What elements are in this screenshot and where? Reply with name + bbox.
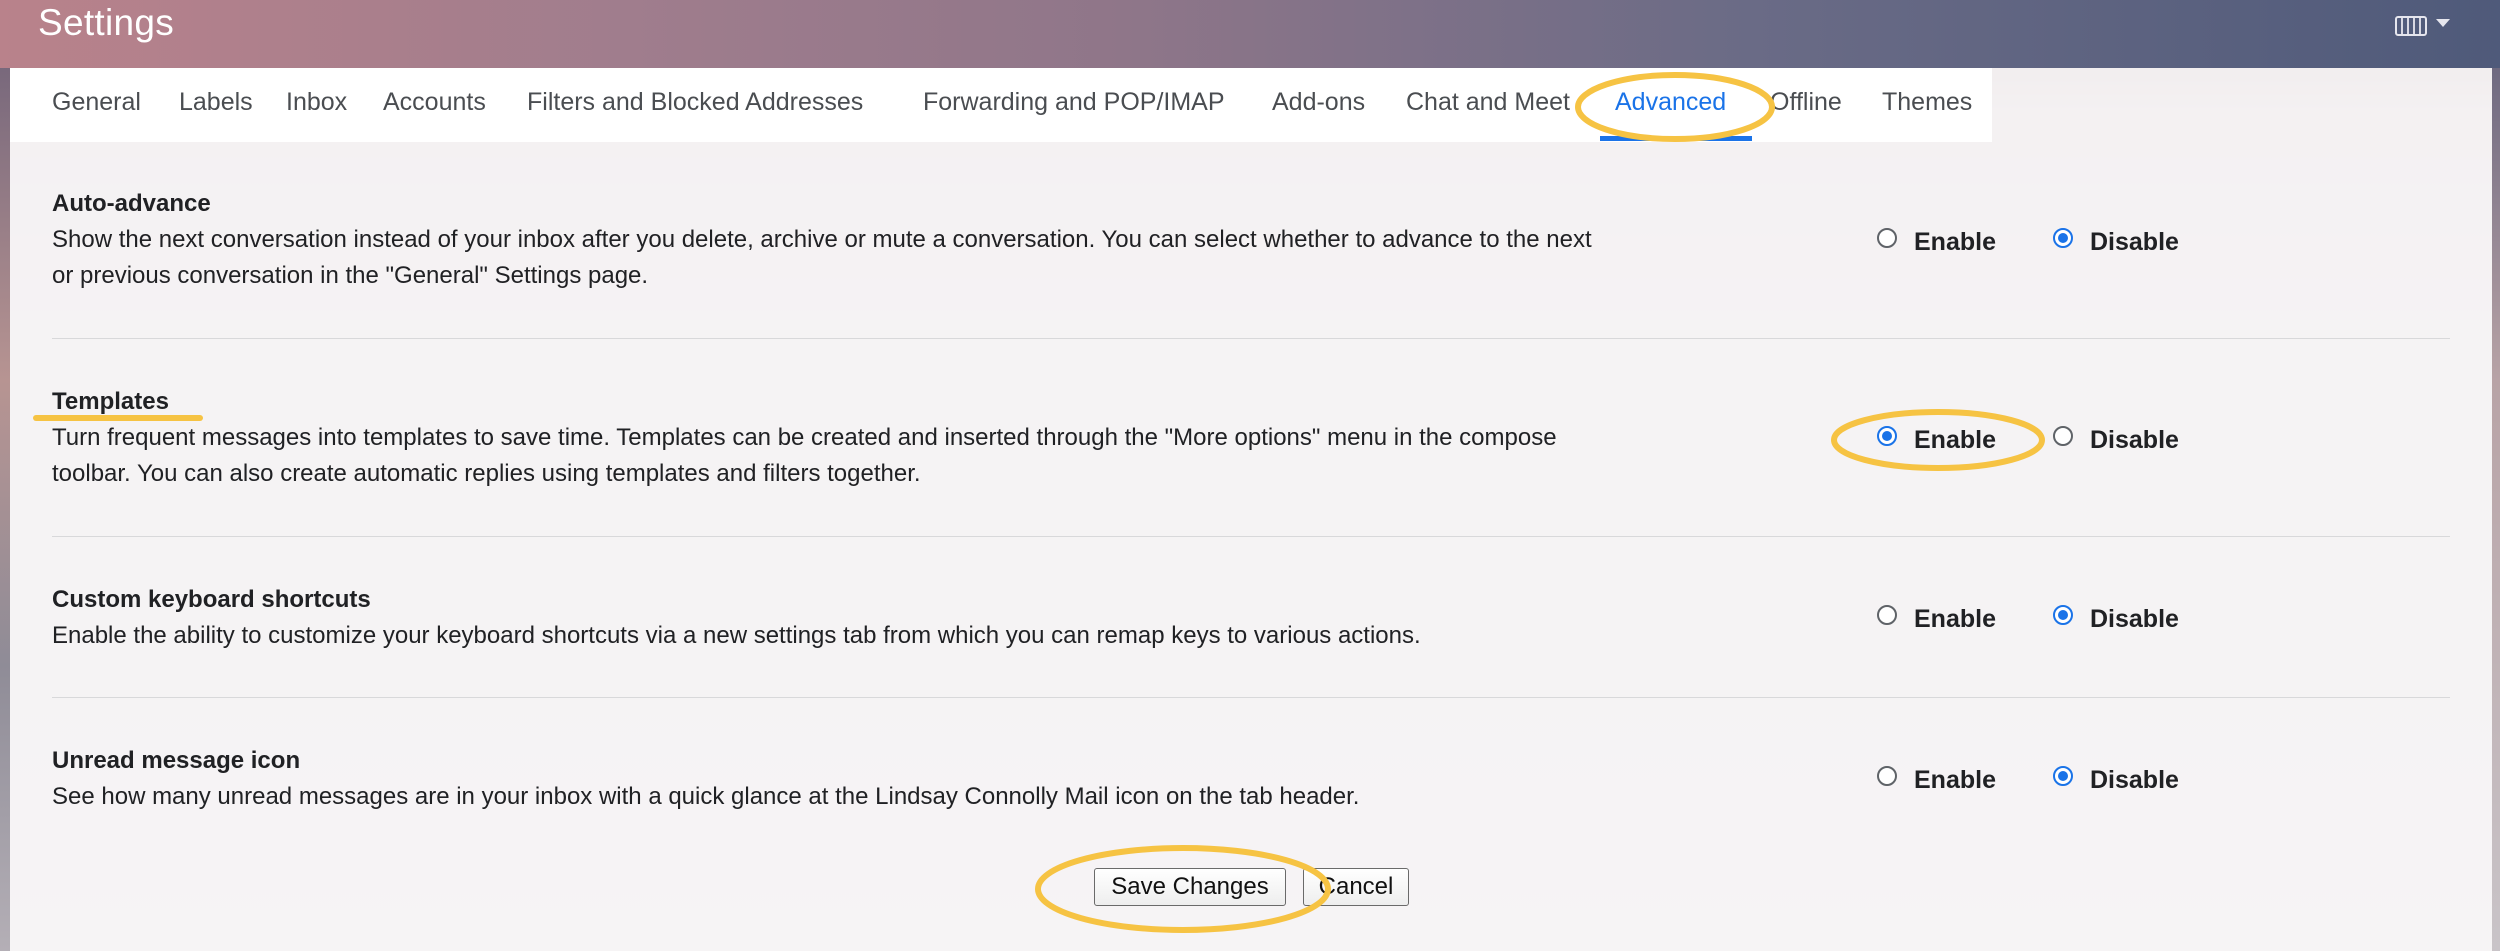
tab-labels[interactable]: Labels (179, 88, 253, 117)
unread-icon-desc: See how many unread messages are in your… (52, 783, 1360, 810)
templates-enable-radio[interactable] (1877, 426, 1897, 446)
tab-advanced[interactable]: Advanced (1615, 88, 1726, 117)
active-tab-indicator (1600, 136, 1752, 141)
save-changes-button[interactable]: Save Changes (1094, 868, 1286, 906)
keyboard-icon[interactable] (2395, 16, 2427, 36)
keyboard-shortcuts-disable-label[interactable]: Disable (2090, 605, 2179, 634)
cancel-button[interactable]: Cancel (1303, 868, 1409, 906)
section-divider (52, 536, 2450, 537)
auto-advance-disable-radio[interactable] (2053, 228, 2073, 248)
tab-themes[interactable]: Themes (1882, 88, 1972, 117)
keyboard-shortcuts-enable-label[interactable]: Enable (1914, 605, 1996, 634)
section-divider (52, 697, 2450, 698)
unread-icon-enable-radio[interactable] (1877, 766, 1897, 786)
tab-addons[interactable]: Add-ons (1272, 88, 1365, 117)
unread-icon-disable-radio[interactable] (2053, 766, 2073, 786)
templates-disable-label[interactable]: Disable (2090, 426, 2179, 455)
templates-disable-radio[interactable] (2053, 426, 2073, 446)
page-title: Settings (38, 2, 175, 43)
keyboard-shortcuts-title: Custom keyboard shortcuts (52, 586, 371, 613)
unread-icon-disable-label[interactable]: Disable (2090, 766, 2179, 795)
auto-advance-disable-label[interactable]: Disable (2090, 228, 2179, 257)
section-divider (52, 338, 2450, 339)
keyboard-shortcuts-disable-radio[interactable] (2053, 605, 2073, 625)
tab-filters[interactable]: Filters and Blocked Addresses (527, 88, 863, 117)
tab-general[interactable]: General (52, 88, 141, 117)
settings-header: Settings (0, 0, 2500, 68)
templates-title: Templates (52, 388, 169, 415)
background-left-edge (0, 0, 10, 951)
tab-offline[interactable]: Offline (1770, 88, 1842, 117)
auto-advance-enable-radio[interactable] (1877, 228, 1897, 248)
settings-panel (10, 68, 2492, 951)
templates-enable-label[interactable]: Enable (1914, 426, 1996, 455)
keyboard-shortcuts-enable-radio[interactable] (1877, 605, 1897, 625)
chevron-down-icon[interactable] (2436, 19, 2450, 27)
auto-advance-enable-label[interactable]: Enable (1914, 228, 1996, 257)
unread-icon-title: Unread message icon (52, 747, 301, 774)
templates-desc-line1: Turn frequent messages into templates to… (52, 424, 1557, 451)
tab-chat-and-meet[interactable]: Chat and Meet (1406, 88, 1577, 117)
tab-accounts[interactable]: Accounts (383, 88, 486, 117)
templates-desc-line2: toolbar. You can also create automatic r… (52, 460, 921, 487)
background-right-edge (2492, 0, 2500, 951)
tab-inbox[interactable]: Inbox (286, 88, 347, 117)
unread-icon-enable-label[interactable]: Enable (1914, 766, 1996, 795)
auto-advance-title: Auto-advance (52, 190, 211, 217)
auto-advance-desc-line2: or previous conversation in the "General… (52, 262, 649, 289)
keyboard-shortcuts-desc: Enable the ability to customize your key… (52, 622, 1421, 649)
tab-forwarding[interactable]: Forwarding and POP/IMAP (923, 88, 1225, 117)
auto-advance-desc-line1: Show the next conversation instead of yo… (52, 226, 1592, 253)
